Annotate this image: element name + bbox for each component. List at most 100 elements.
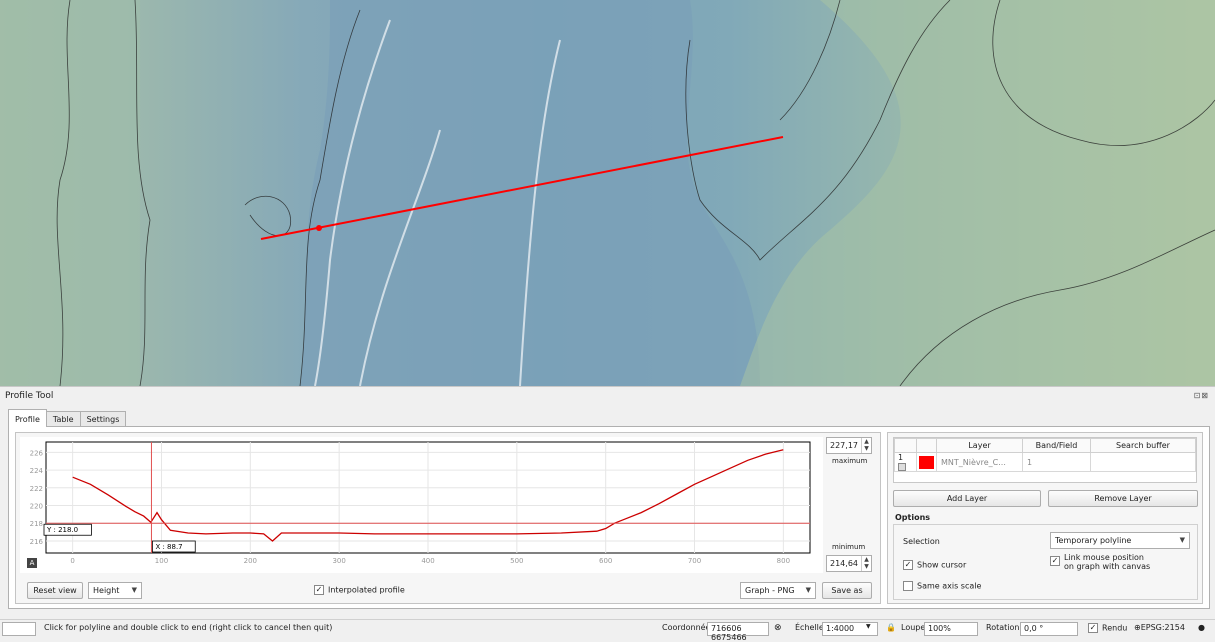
x-tick-label: 800	[777, 557, 790, 565]
cursor-y-label: Y : 218.0	[43, 523, 92, 536]
coordinate-toggle-icon[interactable]: ⊗	[774, 623, 782, 633]
min-spin-arrows-icon[interactable]: ▲ ▼	[861, 556, 871, 571]
interpolated-profile-checkbox[interactable]: ✓ Interpolated profile	[314, 585, 405, 595]
map-canvas[interactable]	[0, 0, 1215, 386]
layers-table: Layer Band/Field Search buffer 1 MNT_Niè…	[894, 438, 1196, 472]
profile-cursor-point	[316, 225, 322, 231]
max-spinbox[interactable]: 227,17 ▲ ▼	[826, 437, 872, 454]
options-group: Selection Temporary polyline ▼ ✓ Show cur…	[893, 524, 1198, 600]
magnifier-label: Loupe	[901, 623, 926, 632]
max-spin-arrows-icon[interactable]: ▲ ▼	[861, 438, 871, 453]
render-check-icon[interactable]: ✓	[1088, 623, 1098, 633]
link-mouse-checkbox[interactable]: ✓ Link mouse position on graph with canvas	[1050, 553, 1150, 571]
height-combo[interactable]: Height ▼	[88, 582, 142, 599]
max-value: 227,17	[830, 441, 858, 450]
panel-title: Profile Tool	[5, 391, 54, 401]
min-spinbox[interactable]: 214,64 ▲ ▼	[826, 555, 872, 572]
col-band-field[interactable]: Band/Field	[1022, 438, 1091, 453]
selection-label: Selection	[903, 537, 940, 546]
min-label: minimum	[832, 543, 866, 551]
y-tick-label: 220	[30, 503, 43, 511]
globe-icon: ⊕	[1134, 623, 1141, 632]
tab-bar: Profile Table Settings	[8, 409, 127, 427]
layer-color-swatch[interactable]	[919, 455, 934, 469]
valley-floor	[300, 0, 760, 386]
chevron-down-icon: ▼	[131, 586, 137, 594]
tab-settings[interactable]: Settings	[79, 411, 127, 427]
coordinate-label: Coordonnée	[662, 623, 711, 632]
max-label: maximum	[832, 457, 868, 465]
chart-group: 0 100 200 300 400 500 600 700 800 216 218 220 222 224…	[15, 432, 881, 604]
layers-table-header: Layer Band/Field Search buffer	[894, 438, 1196, 453]
save-as-button[interactable]: Save as	[822, 582, 872, 599]
x-tick-label: 400	[421, 557, 434, 565]
y-tick-label: 226	[30, 449, 44, 457]
status-message: Click for polyline and double click to e…	[44, 623, 333, 632]
options-title: Options	[895, 513, 931, 522]
coordinate-field[interactable]: 716606 6675466	[707, 622, 769, 642]
x-tick-label: 500	[510, 557, 523, 565]
show-cursor-checkbox[interactable]: ✓ Show cursor	[903, 560, 966, 570]
table-row[interactable]: 1 MNT_Nièvre_C... 1	[894, 452, 1196, 472]
layer-band[interactable]: 1	[1022, 452, 1091, 472]
remove-layer-button[interactable]: Remove Layer	[1048, 490, 1198, 507]
locator-input[interactable]	[2, 622, 36, 636]
x-tick-label: 100	[155, 557, 168, 565]
rotation-spinbox[interactable]: 0,0 °	[1020, 622, 1078, 636]
crs-label: EPSG:2154	[1140, 623, 1185, 632]
x-tick-label: 600	[599, 557, 612, 565]
row-index: 1	[898, 453, 904, 462]
chevron-down-icon: ▼	[805, 586, 811, 594]
layer-buffer[interactable]	[1090, 452, 1196, 472]
x-tick-label: 0	[70, 557, 74, 565]
selection-combo[interactable]: Temporary polyline ▼	[1050, 532, 1190, 549]
chevron-down-icon[interactable]: ▼	[866, 623, 871, 630]
cursor-y-label-text: Y : 218.0	[46, 526, 78, 534]
y-tick-label: 218	[30, 520, 43, 528]
add-layer-button[interactable]: Add Layer	[893, 490, 1041, 507]
y-tick-label: 222	[30, 485, 43, 493]
interpolated-profile-label: Interpolated profile	[328, 585, 405, 595]
crs-button[interactable]: ⊕EPSG:2154	[1134, 623, 1185, 632]
height-combo-value: Height	[93, 586, 120, 595]
col-layer[interactable]: Layer	[936, 438, 1023, 453]
col-search-buffer[interactable]: Search buffer	[1090, 438, 1196, 453]
x-tick-label: 200	[244, 557, 257, 565]
x-tick-label: 300	[332, 557, 345, 565]
chevron-down-icon: ▼	[1179, 536, 1185, 544]
graph-format-combo[interactable]: Graph - PNG ▼	[740, 582, 816, 599]
show-cursor-label: Show cursor	[917, 560, 967, 570]
x-tick-label: 700	[688, 557, 701, 565]
link-mouse-check-icon[interactable]: ✓	[1050, 556, 1060, 566]
profile-tool-panel: Profile Tool ⊡⊠ Profile Table Settings 0…	[0, 386, 1215, 619]
a-badge-icon[interactable]: A	[27, 558, 37, 568]
messages-icon[interactable]: ●	[1198, 623, 1205, 632]
same-axis-checkbox[interactable]: Same axis scale	[903, 581, 981, 591]
cursor-x-label-text: X : 88.7	[155, 543, 182, 551]
profile-tab-content: 0 100 200 300 400 500 600 700 800 216 218 220 222 224…	[8, 426, 1210, 609]
status-bar: Click for polyline and double click to e…	[0, 619, 1215, 642]
rotation-label: Rotation	[986, 623, 1020, 632]
scale-label: Échelle	[795, 623, 824, 632]
left-plain	[0, 0, 140, 386]
layer-name[interactable]: MNT_Nièvre_C...	[936, 452, 1023, 472]
tab-table[interactable]: Table	[45, 411, 81, 427]
render-checkbox[interactable]: ✓ Rendu	[1088, 623, 1127, 633]
selection-combo-value: Temporary polyline	[1055, 536, 1132, 545]
reset-view-button[interactable]: Reset view	[27, 582, 83, 599]
layers-group: Layer Band/Field Search buffer 1 MNT_Niè…	[887, 432, 1203, 604]
y-tick-label: 224	[30, 467, 44, 475]
magnifier-spinbox[interactable]: 100%	[924, 622, 978, 636]
tab-profile[interactable]: Profile	[8, 409, 47, 427]
same-axis-check-icon[interactable]	[903, 581, 913, 591]
cursor-x-label: X : 88.7	[152, 540, 196, 553]
show-cursor-check-icon[interactable]: ✓	[903, 560, 913, 570]
min-value: 214,64	[830, 559, 858, 568]
profile-chart[interactable]: 0 100 200 300 400 500 600 700 800 216 218 220 222 224…	[20, 437, 823, 573]
panel-window-controls[interactable]: ⊡⊠	[1194, 391, 1209, 400]
chart-area[interactable]: 0 100 200 300 400 500 600 700 800 216 218 220 222 224…	[20, 437, 823, 573]
same-axis-label: Same axis scale	[917, 581, 982, 591]
layer-visibility-checkbox[interactable]	[898, 462, 906, 471]
interpolated-check-icon[interactable]: ✓	[314, 585, 324, 595]
lock-icon[interactable]: 🔒	[886, 623, 896, 632]
